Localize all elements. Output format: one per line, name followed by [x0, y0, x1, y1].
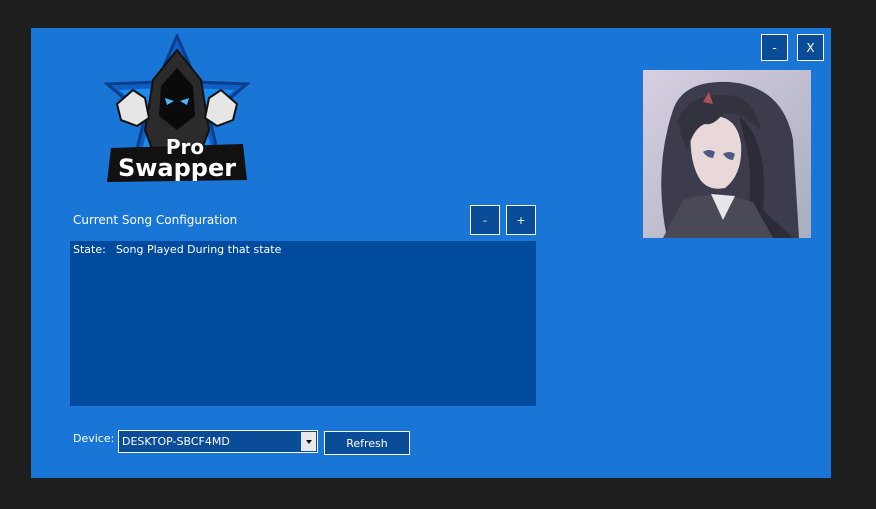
- remove-song-button[interactable]: -: [470, 205, 500, 235]
- close-button[interactable]: X: [797, 34, 824, 61]
- song-list-header: State: Song Played During that state: [73, 243, 533, 256]
- device-label: Device:: [73, 432, 115, 445]
- hooded-figure-logo-icon: Pro Swapper: [103, 32, 251, 182]
- device-selected-value: DESKTOP-SBCF4MD: [122, 435, 230, 448]
- add-song-button[interactable]: +: [506, 205, 536, 235]
- song-config-title: Current Song Configuration: [73, 213, 238, 227]
- profile-avatar: [643, 70, 811, 238]
- column-song: Song Played During that state: [115, 243, 282, 256]
- logo-text-swapper: Swapper: [118, 154, 236, 182]
- column-state: State:: [73, 243, 106, 256]
- device-dropdown[interactable]: DESKTOP-SBCF4MD: [118, 430, 318, 453]
- main-window: - X Pro Swapper Current Song Configurati…: [31, 28, 831, 478]
- chevron-down-icon[interactable]: [301, 432, 316, 451]
- pro-swapper-logo: Pro Swapper: [95, 32, 259, 186]
- refresh-button[interactable]: Refresh: [324, 431, 410, 455]
- song-config-list[interactable]: State: Song Played During that state: [70, 241, 536, 406]
- anime-girl-avatar-icon: [643, 70, 811, 238]
- minimize-button[interactable]: -: [761, 34, 788, 61]
